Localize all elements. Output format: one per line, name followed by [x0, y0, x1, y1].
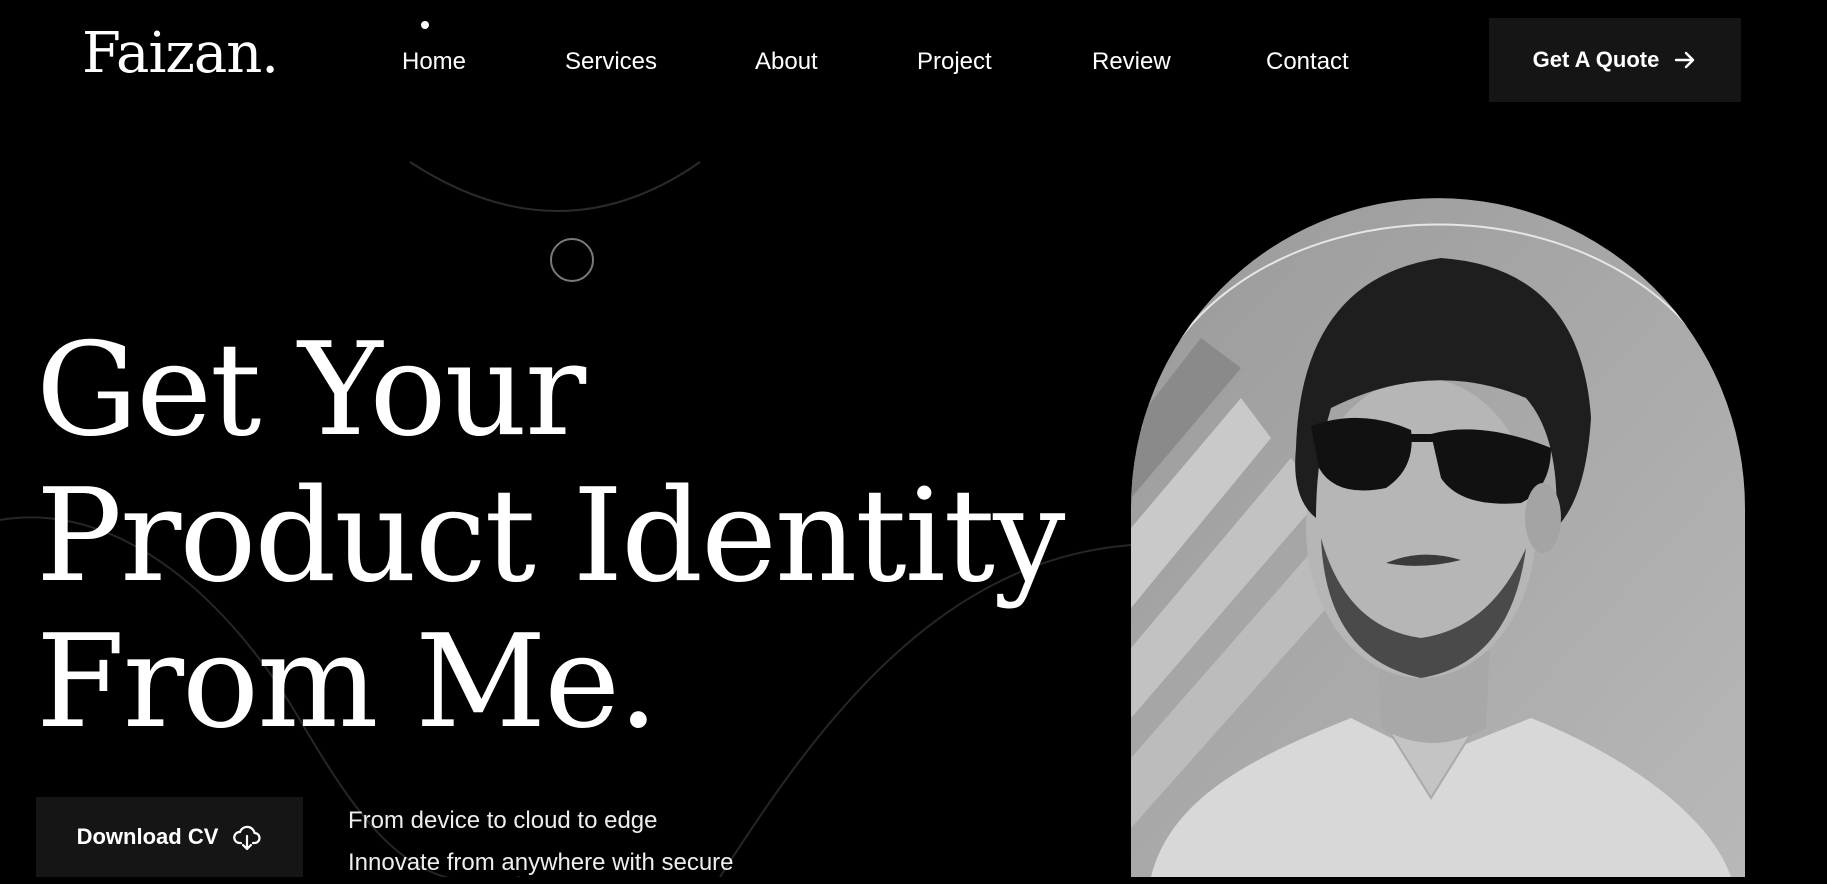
portrait-image — [1131, 198, 1747, 877]
nav-item-services[interactable]: Services — [565, 48, 657, 77]
description-line-1: From device to cloud to edge — [348, 807, 658, 834]
download-cv-label: Download CV — [76, 824, 219, 849]
arrow-right-icon — [1675, 51, 1695, 69]
hero-description: From device to cloud to edge Innovate fr… — [348, 800, 734, 884]
cloud-download-icon — [233, 825, 261, 851]
hero-headline: Get Your Product Identity From Me. — [36, 316, 1065, 757]
headline-line-3: From Me. — [36, 608, 659, 757]
headline-line-2: Product Identity — [36, 462, 1065, 611]
description-line-2: Innovate from anywhere with secure — [348, 849, 734, 876]
nav-item-contact[interactable]: Contact — [1266, 48, 1349, 77]
nav-item-project[interactable]: Project — [917, 48, 992, 77]
headline-line-1: Get Your — [36, 316, 586, 465]
nav-active-dot — [421, 21, 429, 29]
nav-item-about[interactable]: About — [755, 48, 818, 77]
brand-logo[interactable]: Faizan. — [82, 26, 279, 82]
download-cv-button[interactable]: Download CV — [36, 797, 303, 877]
nav-item-home[interactable]: Home — [402, 48, 466, 77]
nav-item-review[interactable]: Review — [1092, 48, 1171, 77]
get-quote-label: Get A Quote — [1532, 47, 1660, 72]
get-quote-button[interactable]: Get A Quote — [1489, 18, 1741, 102]
